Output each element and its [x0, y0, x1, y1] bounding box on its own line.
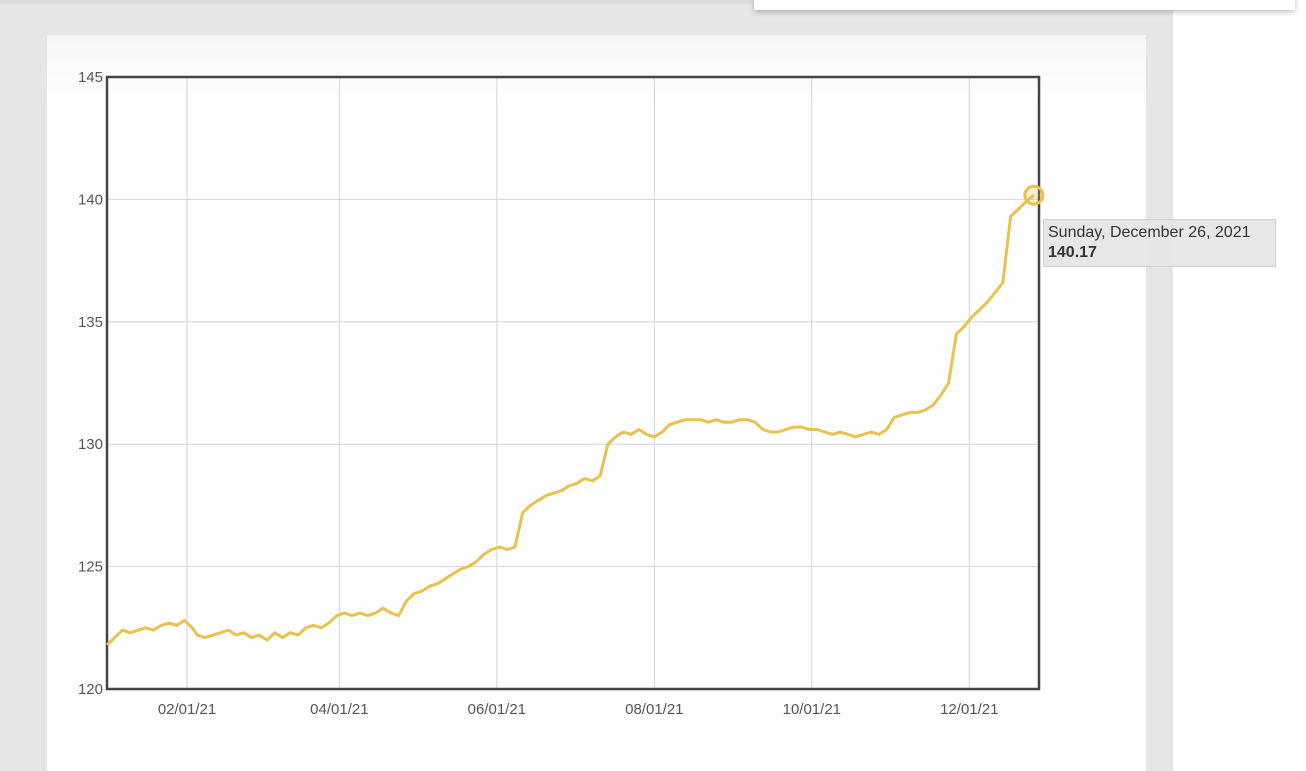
- x-tick-label: 12/01/21: [940, 701, 998, 718]
- highlight-point-marker[interactable]: [1023, 184, 1045, 206]
- y-tick-label: 125: [78, 559, 103, 576]
- y-tick-label: 135: [78, 314, 103, 331]
- y-axis-ticks: 120 125 130 135 140 145: [78, 69, 103, 698]
- y-tick-label: 130: [78, 436, 103, 453]
- x-tick-label: 02/01/21: [158, 701, 216, 718]
- x-tick-label: 06/01/21: [468, 701, 526, 718]
- x-tick-label: 08/01/21: [625, 701, 683, 718]
- line-chart: 120 125 130 135 140 145 02/01/21 04/01/21 06/01…: [78, 69, 1045, 718]
- tooltip-date: Sunday, December 26, 2021: [1048, 224, 1251, 241]
- x-axis-ticks: 02/01/21 04/01/21 06/01/21 08/01/21 10/01/21…: [158, 701, 999, 718]
- x-tick-label: 10/01/21: [783, 701, 841, 718]
- tooltip-value: 140.17: [1048, 244, 1097, 261]
- series-line: [105, 194, 1035, 646]
- plot-area-border: [105, 75, 1041, 691]
- grid-lines: [107, 77, 1039, 689]
- data-tooltip: Sunday, December 26, 2021 140.17: [1043, 219, 1276, 267]
- y-tick-label: 145: [78, 69, 103, 86]
- y-tick-label: 140: [78, 191, 103, 208]
- x-tick-label: 04/01/21: [310, 701, 368, 718]
- y-tick-label: 120: [78, 681, 103, 698]
